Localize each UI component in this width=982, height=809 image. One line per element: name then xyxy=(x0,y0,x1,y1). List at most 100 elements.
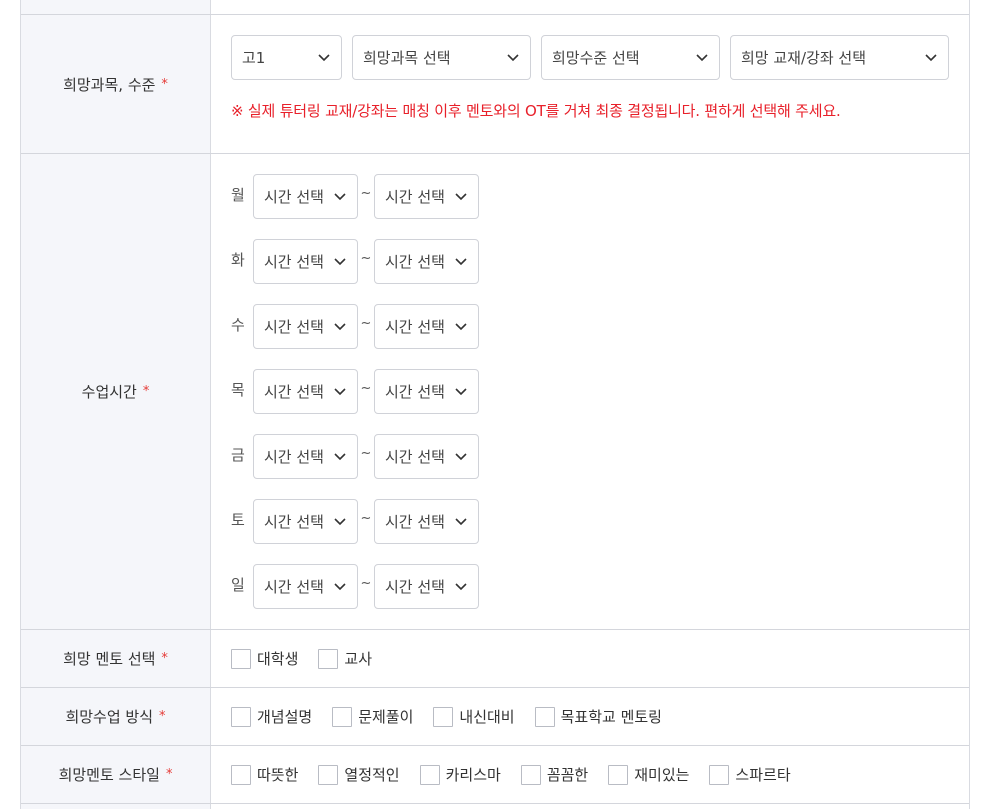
chevron-down-icon xyxy=(455,582,467,591)
schedule-row: 수업시간 * 월 시간 선택 ~ 시간 선택 화 시간 선택 ~ 시간 선택 수… xyxy=(21,153,969,629)
checkbox[interactable] xyxy=(433,706,454,727)
chevron-down-icon xyxy=(455,517,467,526)
chevron-down-icon xyxy=(334,517,346,526)
subject-notice: ※ 실제 튜터링 교재/강좌는 매칭 이후 멘토와의 OT를 거쳐 최종 결정됩… xyxy=(231,102,841,120)
day-label: 수 xyxy=(231,316,245,334)
material-select-value: 희망 교재/강좌 선택 xyxy=(741,49,866,67)
chevron-down-icon xyxy=(455,452,467,461)
previous-row-header xyxy=(21,0,211,14)
day-label: 월 xyxy=(231,186,245,204)
chevron-down-icon xyxy=(334,452,346,461)
required-mark: * xyxy=(161,76,168,92)
mentor-style-label: 희망멘토 스타일 xyxy=(58,766,160,784)
subject-select-value: 희망과목 선택 xyxy=(363,49,451,67)
checkbox-label: 열정적인 xyxy=(344,766,400,784)
checkbox-label: 대학생 xyxy=(257,650,299,668)
chevron-down-icon xyxy=(334,582,346,591)
day-label: 토 xyxy=(231,511,245,529)
grade-select-value: 고1 xyxy=(242,49,266,67)
start-time-value: 시간 선택 xyxy=(264,578,324,596)
start-time-select[interactable]: 시간 선택 xyxy=(253,304,358,349)
time-range-separator: ~ xyxy=(360,576,372,591)
end-time-value: 시간 선택 xyxy=(385,513,445,531)
required-mark: * xyxy=(159,709,166,724)
end-time-select[interactable]: 시간 선택 xyxy=(374,239,479,284)
day-line-thu: 목 시간 선택 ~ 시간 선택 xyxy=(231,369,949,414)
mentor-type-options: 대학생 교사 xyxy=(211,630,969,687)
day-line-wed: 수 시간 선택 ~ 시간 선택 xyxy=(231,304,949,349)
chevron-down-icon xyxy=(334,257,346,266)
day-line-fri: 금 시간 선택 ~ 시간 선택 xyxy=(231,434,949,479)
start-time-select[interactable]: 시간 선택 xyxy=(253,174,358,219)
class-method-option[interactable]: 개념설명 xyxy=(231,706,312,727)
checkbox[interactable] xyxy=(231,706,251,727)
checkbox-label: 따뜻한 xyxy=(257,766,299,784)
time-range-separator: ~ xyxy=(360,381,372,396)
mentor-style-option[interactable]: 스파르타 xyxy=(709,764,791,785)
mentor-style-option[interactable]: 따뜻한 xyxy=(231,764,298,785)
chevron-down-icon xyxy=(455,192,467,201)
time-range-separator: ~ xyxy=(360,251,372,266)
checkbox-label: 교사 xyxy=(344,650,373,668)
checkbox-label: 재미있는 xyxy=(634,766,690,784)
day-label: 화 xyxy=(231,251,245,269)
mentor-style-option[interactable]: 열정적인 xyxy=(318,764,400,785)
chevron-down-icon xyxy=(507,53,519,62)
subject-row: 희망과목, 수준 * 고1 희망과목 선택 희망수준 선택 희망 교재/강좌 선… xyxy=(21,14,969,153)
class-method-option[interactable]: 내신대비 xyxy=(433,706,515,727)
checkbox[interactable] xyxy=(332,706,353,727)
start-time-value: 시간 선택 xyxy=(264,448,324,466)
start-time-value: 시간 선택 xyxy=(264,318,324,336)
checkbox[interactable] xyxy=(419,764,440,785)
start-time-select[interactable]: 시간 선택 xyxy=(253,369,358,414)
next-row-header xyxy=(21,804,211,809)
mentor-style-option[interactable]: 카리스마 xyxy=(419,764,501,785)
next-row-stub xyxy=(21,803,969,809)
checkbox[interactable] xyxy=(231,648,251,669)
required-mark: * xyxy=(165,767,173,782)
day-line-mon: 월 시간 선택 ~ 시간 선택 xyxy=(231,174,949,219)
mentor-style-option[interactable]: 재미있는 xyxy=(608,764,689,785)
grade-select[interactable]: 고1 xyxy=(231,35,342,80)
start-time-select[interactable]: 시간 선택 xyxy=(253,564,358,609)
chevron-down-icon xyxy=(696,53,708,62)
material-select[interactable]: 희망 교재/강좌 선택 xyxy=(730,35,949,80)
level-select[interactable]: 희망수준 선택 xyxy=(541,35,720,80)
start-time-select[interactable]: 시간 선택 xyxy=(253,239,358,284)
mentor-type-row: 희망 멘토 선택 * 대학생 교사 xyxy=(21,629,969,687)
time-range-separator: ~ xyxy=(360,316,372,331)
day-label: 일 xyxy=(231,576,245,594)
mentor-type-option[interactable]: 교사 xyxy=(318,648,372,669)
chevron-down-icon xyxy=(318,53,330,62)
checkbox-label: 문제풀이 xyxy=(358,708,414,726)
time-range-separator: ~ xyxy=(360,186,372,201)
checkbox-label: 카리스마 xyxy=(445,766,501,784)
end-time-select[interactable]: 시간 선택 xyxy=(374,304,479,349)
checkbox[interactable] xyxy=(608,764,629,785)
mentor-style-option[interactable]: 꼼꼼한 xyxy=(520,764,588,785)
start-time-value: 시간 선택 xyxy=(264,188,324,206)
end-time-select[interactable]: 시간 선택 xyxy=(374,174,479,219)
end-time-select[interactable]: 시간 선택 xyxy=(374,434,479,479)
start-time-select[interactable]: 시간 선택 xyxy=(253,499,358,544)
class-method-row-header: 희망수업 방식 * xyxy=(21,688,211,745)
subject-label: 희망과목, 수준 xyxy=(63,75,156,94)
chevron-down-icon xyxy=(334,387,346,396)
checkbox[interactable] xyxy=(709,764,730,785)
mentor-type-option[interactable]: 대학생 xyxy=(231,648,298,669)
end-time-select[interactable]: 시간 선택 xyxy=(374,369,479,414)
checkbox[interactable] xyxy=(534,706,555,727)
checkbox[interactable] xyxy=(318,648,339,669)
end-time-select[interactable]: 시간 선택 xyxy=(374,564,479,609)
checkbox[interactable] xyxy=(520,764,541,785)
start-time-select[interactable]: 시간 선택 xyxy=(253,434,358,479)
class-method-option[interactable]: 목표학교 멘토링 xyxy=(534,706,662,727)
required-mark: * xyxy=(161,651,168,666)
end-time-select[interactable]: 시간 선택 xyxy=(374,499,479,544)
class-method-option[interactable]: 문제풀이 xyxy=(332,706,413,727)
end-time-value: 시간 선택 xyxy=(385,578,445,596)
subject-select[interactable]: 희망과목 선택 xyxy=(352,35,531,80)
end-time-value: 시간 선택 xyxy=(385,383,445,401)
checkbox[interactable] xyxy=(318,764,339,785)
checkbox[interactable] xyxy=(231,764,251,785)
